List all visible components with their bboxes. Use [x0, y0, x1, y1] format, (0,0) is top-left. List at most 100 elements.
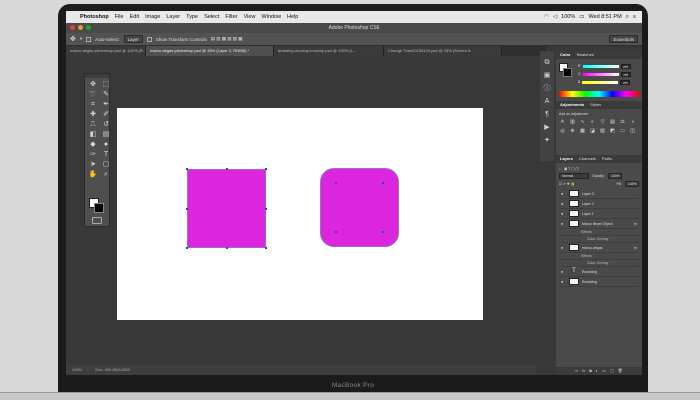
quick-select-tool-icon[interactable]: ✎ [101, 91, 111, 99]
layer-name[interactable]: Layer 1 [582, 212, 594, 216]
zoom-level[interactable]: 100% [72, 367, 82, 372]
app-menu[interactable]: Photoshop [80, 14, 109, 20]
auto-select-dropdown[interactable]: Layer [123, 35, 143, 43]
brightness-icon[interactable]: ☀ [559, 119, 566, 125]
info-icon[interactable]: ⓘ [544, 85, 551, 92]
new-group-icon[interactable]: ▭ [602, 367, 606, 375]
channel-mixer-icon[interactable]: ⊕ [569, 128, 576, 134]
add-style-icon[interactable]: fx [582, 367, 585, 375]
dodge-tool-icon[interactable]: ● [101, 141, 111, 149]
tab-swatches[interactable]: Swatches [576, 51, 593, 59]
tab-layers[interactable]: Layers [560, 155, 573, 163]
anchor-point[interactable] [186, 208, 188, 210]
workspace-dropdown[interactable]: Essentials [609, 35, 638, 43]
curves-icon[interactable]: ∿ [579, 119, 586, 125]
posterize-icon[interactable]: ▧ [599, 128, 606, 134]
layer-name[interactable]: marco-degas [582, 246, 602, 250]
transform-controls-checkbox[interactable] [146, 36, 152, 42]
layer-name[interactable]: Layer 2 [582, 202, 594, 206]
marquee-tool-icon[interactable]: ⬚ [101, 81, 111, 89]
anchor-point[interactable] [186, 247, 188, 249]
photo-filter-icon[interactable]: ◎ [559, 128, 566, 134]
gradient-tool-icon[interactable]: ▤ [101, 131, 111, 139]
paragraph-icon[interactable]: ¶ [545, 111, 549, 118]
lasso-tool-icon[interactable]: ➰ [88, 91, 98, 99]
anchor-point[interactable] [265, 168, 267, 170]
menu-window[interactable]: Window [261, 14, 281, 20]
menu-select[interactable]: Select [204, 14, 219, 20]
menu-type[interactable]: Type [186, 14, 198, 20]
move-tool-icon[interactable]: ✥ [88, 81, 98, 89]
tab-styles[interactable]: Styles [590, 101, 601, 109]
blur-tool-icon[interactable]: ◆ [88, 141, 98, 149]
background-color-swatch[interactable] [94, 203, 104, 213]
move-tool-icon[interactable]: ✥ [70, 35, 76, 43]
close-icon[interactable] [70, 25, 75, 30]
eye-icon[interactable]: ● [561, 191, 566, 196]
menu-help[interactable]: Help [287, 14, 298, 20]
selective-color-icon[interactable]: ◫ [629, 128, 636, 134]
blend-mode-dropdown[interactable]: Normal [559, 173, 589, 179]
notifications-icon[interactable]: ≡ [633, 14, 636, 20]
anchor-point[interactable] [335, 182, 337, 184]
add-mask-icon[interactable]: ◙ [589, 367, 591, 375]
gradient-map-icon[interactable]: ▭ [619, 128, 626, 134]
layer-name[interactable]: Layer 3 [582, 192, 594, 196]
anchor-point[interactable] [265, 208, 267, 210]
hand-tool-icon[interactable]: ✋ [88, 171, 98, 179]
menu-layer[interactable]: Layer [166, 14, 180, 20]
layer-row[interactable]: ● Layer 1 [559, 209, 639, 219]
anchor-point[interactable] [186, 168, 188, 170]
eye-icon[interactable]: ● [561, 211, 566, 216]
stamp-tool-icon[interactable]: ⎍ [88, 121, 98, 129]
zoom-tool-icon[interactable]: ⌕ [101, 171, 111, 179]
vibrance-icon[interactable]: ▽ [599, 119, 606, 125]
path-select-tool-icon[interactable]: ➤ [88, 161, 98, 169]
red-slider[interactable] [582, 64, 619, 68]
type-tool-icon[interactable]: T [101, 151, 111, 159]
layer-effects[interactable]: Effects [559, 229, 639, 236]
hue-saturation-icon[interactable]: ▤ [609, 119, 616, 125]
blue-slider[interactable] [582, 80, 619, 84]
eye-icon[interactable]: ● [561, 245, 566, 250]
layer-name[interactable]: Marco Bezel Object [582, 222, 613, 226]
layer-effect-item[interactable]: Color Overlay [559, 236, 639, 243]
layer-effects[interactable]: Effects [559, 253, 639, 260]
eye-icon[interactable]: ● [561, 221, 566, 226]
exposure-icon[interactable]: ◐ [589, 119, 596, 125]
quick-mask-icon[interactable] [92, 217, 102, 224]
filter-icons[interactable]: ▣ T ▢ ◫ [564, 167, 579, 171]
minimize-icon[interactable] [78, 25, 83, 30]
blue-value[interactable]: 255 [620, 79, 631, 85]
anchor-point[interactable] [335, 231, 337, 233]
eye-icon[interactable]: ● [561, 269, 566, 274]
menu-view[interactable]: View [244, 14, 256, 20]
battery-icon[interactable]: ▭ [579, 14, 584, 20]
brush-presets-icon[interactable]: ✦ [544, 137, 550, 144]
tab-channels[interactable]: Channels [579, 155, 596, 163]
history-icon[interactable]: ⧉ [545, 59, 550, 66]
link-layers-icon[interactable]: ∞ [575, 367, 578, 375]
eraser-tool-icon[interactable]: ◧ [88, 131, 98, 139]
eye-icon[interactable]: ● [561, 201, 566, 206]
layer-row[interactable]: ● marco-degas fx [559, 243, 639, 253]
pen-tool-icon[interactable]: ✑ [88, 151, 98, 159]
layer-row[interactable]: ● Marco Bezel Object fx [559, 219, 639, 229]
volume-icon[interactable]: ◁ [553, 14, 557, 20]
tab-document[interactable]: Change Then20150120.psd @ 25% (Screen 5.… [384, 46, 502, 56]
layer-name[interactable]: Rounding [582, 270, 597, 274]
tab-color[interactable]: Color [560, 51, 570, 59]
wifi-icon[interactable]: ◠ [544, 14, 549, 20]
menu-file[interactable]: File [115, 14, 124, 20]
brush-tool-icon[interactable]: ✐ [101, 111, 111, 119]
tab-document[interactable]: branding-mockup-mockup.psd @ 100% (L... [274, 46, 384, 56]
menu-image[interactable]: Image [145, 14, 160, 20]
healing-tool-icon[interactable]: ✚ [88, 111, 98, 119]
color-background-swatch[interactable] [563, 68, 572, 77]
anchor-point[interactable] [265, 247, 267, 249]
layer-row[interactable]: ● Layer 3 [559, 189, 639, 199]
crop-tool-icon[interactable]: ⌗ [88, 101, 98, 109]
tab-adjustments[interactable]: Adjustments [560, 101, 584, 109]
black-white-icon[interactable]: ◑ [629, 119, 636, 125]
green-slider[interactable] [582, 72, 619, 76]
